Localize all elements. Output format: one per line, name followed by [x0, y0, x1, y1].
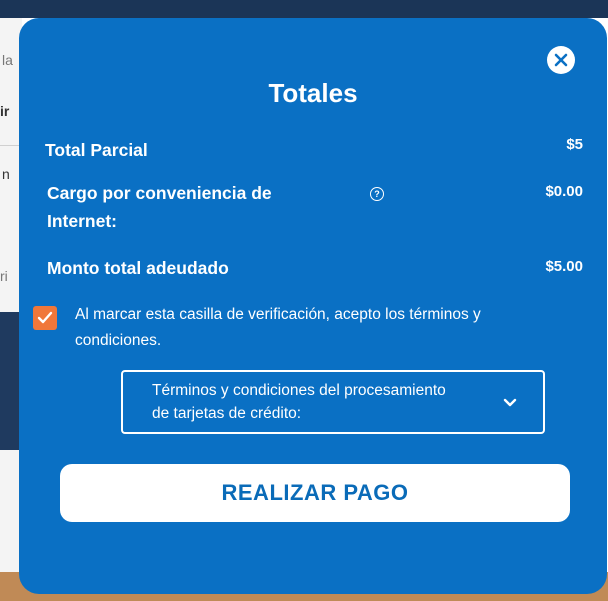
subtotal-value: $5 — [566, 136, 583, 153]
terms-checkbox[interactable] — [33, 306, 57, 330]
dropdown-label-line1: Términos y condiciones del procesamiento — [152, 382, 446, 399]
checkmark-icon — [37, 311, 53, 324]
terms-text-line2: condiciones. — [75, 332, 162, 349]
subtotal-label: Total Parcial — [45, 140, 148, 160]
dropdown-label-line2: de tarjetas de crédito: — [152, 405, 302, 422]
help-circle-icon[interactable]: ? — [370, 187, 384, 201]
make-payment-button[interactable]: REALIZAR PAGO — [60, 464, 570, 522]
background-header-bar — [0, 0, 608, 18]
chevron-down-icon — [503, 398, 517, 407]
fee-label-line2: Internet: — [47, 211, 117, 231]
background-text: ri — [0, 268, 8, 284]
card-terms-dropdown[interactable]: Términos y condiciones del procesamiento… — [121, 370, 545, 434]
totals-modal: Totales Total Parcial $5 Cargo por conve… — [19, 18, 607, 594]
terms-checkbox-label: Al marcar esta casilla de verificación, … — [75, 302, 565, 354]
background-text: n — [2, 166, 10, 182]
close-button[interactable] — [547, 46, 575, 74]
background-text: la — [2, 52, 13, 68]
dropdown-label: Términos y condiciones del procesamiento… — [152, 379, 502, 425]
terms-text-line1: Al marcar esta casilla de verificación, … — [75, 306, 481, 323]
total-label: Monto total adeudado — [47, 258, 229, 278]
fee-label-line1: Cargo por conveniencia de — [47, 183, 272, 203]
total-value: $5.00 — [545, 258, 583, 275]
close-icon — [554, 53, 568, 67]
background-text: ir — [0, 103, 10, 119]
modal-title: Totales — [268, 78, 358, 108]
fee-value: $0.00 — [545, 183, 583, 200]
